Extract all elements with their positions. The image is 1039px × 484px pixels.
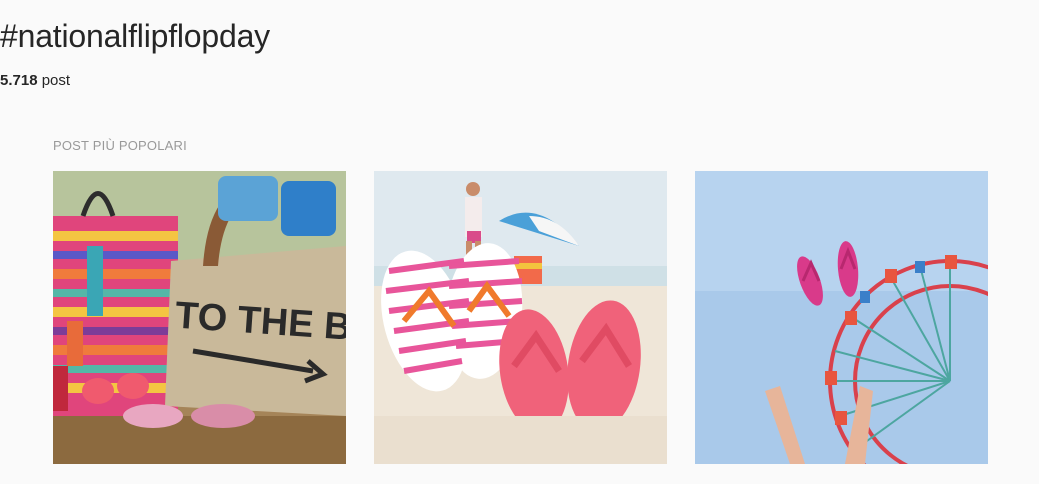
post-count-unit: post [41,72,71,89]
hashtag-title: #nationalflipflopday [0,18,270,54]
post-count: 5.718 post [0,72,1039,89]
post-thumbnail-flipflops-sand[interactable] [374,171,667,464]
post-image-beach-bags: TO THE BEACH [53,171,346,464]
post-thumbnail-beach-bags[interactable]: TO THE BEACH [53,171,346,464]
top-posts-label: POST PIÙ POPOLARI [53,138,187,153]
post-thumbnail-ferris-wheel[interactable] [695,171,988,464]
post-image-flipflops-sand [374,171,667,464]
post-image-ferris-wheel [695,171,988,464]
post-count-number: 5.718 [0,72,38,89]
